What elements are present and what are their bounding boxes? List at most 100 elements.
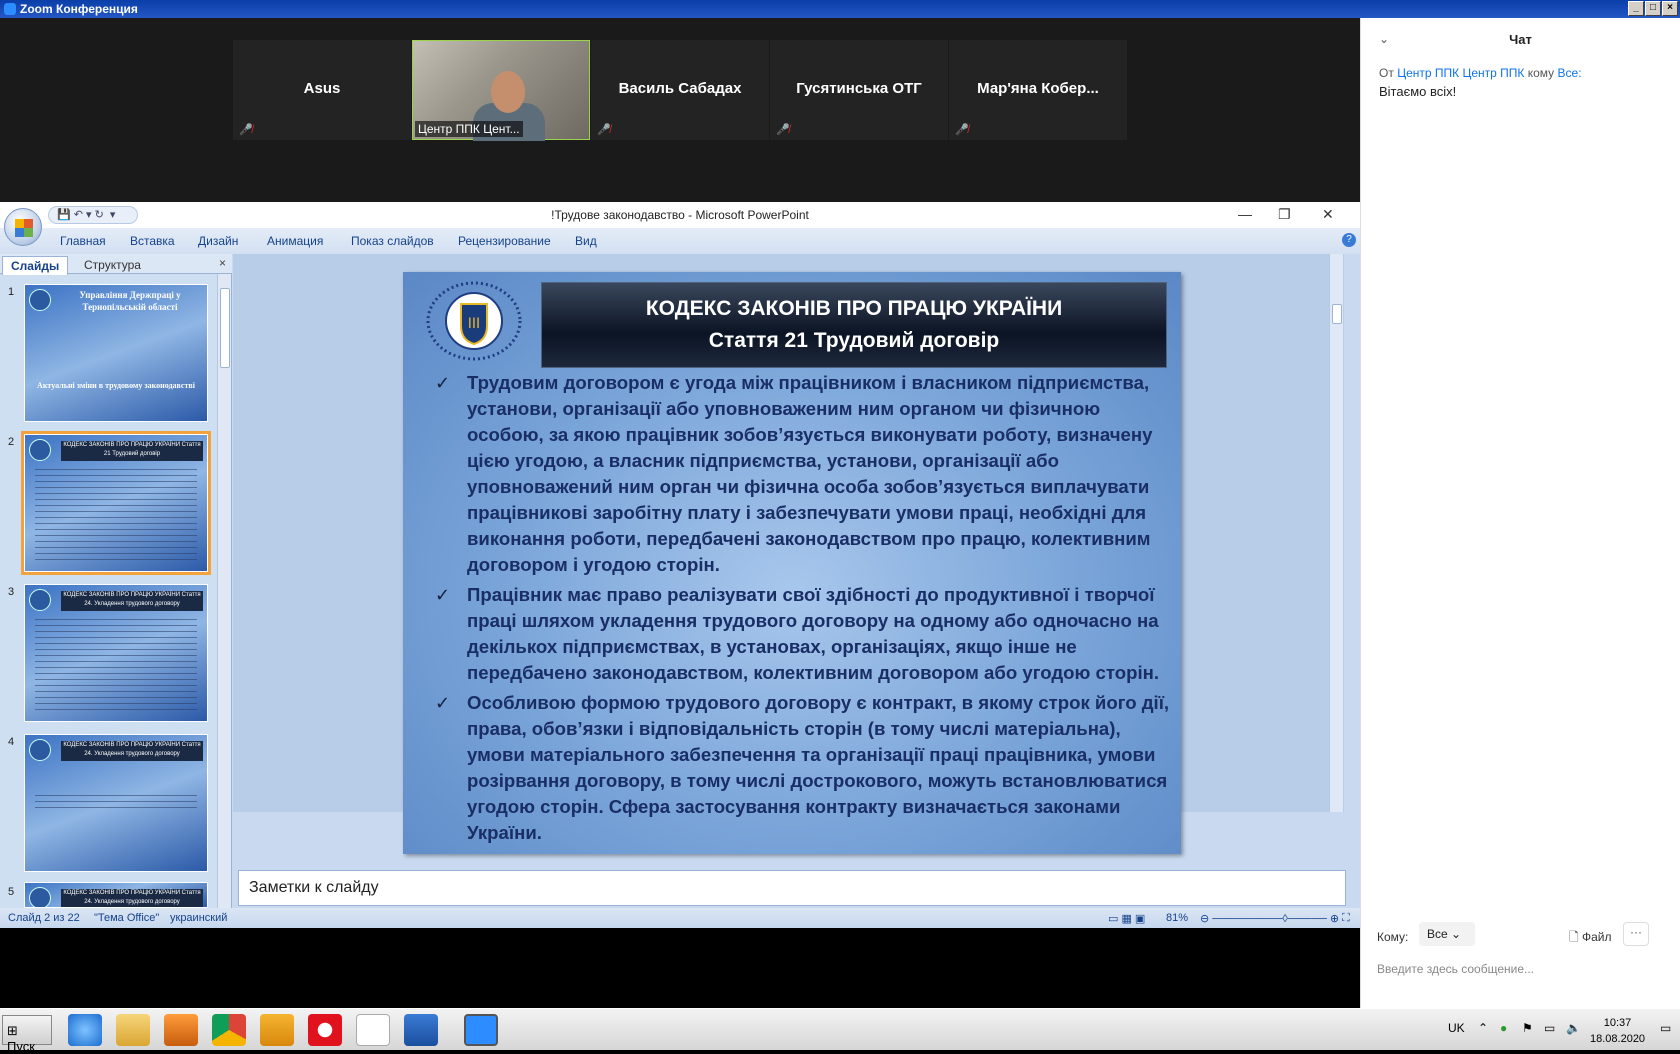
close-button[interactable]: × — [1662, 1, 1678, 16]
zoom-level[interactable]: 81% — [1166, 912, 1188, 924]
muted-mic-icon: 🎤̸ — [239, 124, 253, 136]
tab-review[interactable]: Рецензирование — [458, 234, 551, 248]
word-icon[interactable] — [404, 1014, 438, 1046]
participant-video-tile[interactable]: Центр ППК Цент... — [412, 40, 590, 141]
recipient-value: Все — [1427, 927, 1448, 941]
checkmark-icon: ✓ — [435, 693, 451, 713]
opera-icon[interactable] — [308, 1014, 342, 1046]
flag-icon[interactable]: ⚑ — [1522, 1021, 1533, 1035]
tab-view[interactable]: Вид — [575, 234, 597, 248]
scrollbar-thumb[interactable] — [1332, 304, 1342, 324]
chat-message-meta: От Центр ППК Центр ППК кому Все: — [1379, 66, 1582, 80]
office-button[interactable] — [4, 208, 42, 246]
slide-thumbnail[interactable]: КОДЕКС ЗАКОНІВ ПРО ПРАЦЮ УКРАЇНИ Стаття … — [24, 882, 208, 908]
tab-animation[interactable]: Анимация — [267, 234, 323, 248]
slide-scrollbar[interactable] — [1329, 254, 1343, 812]
emblem-icon — [29, 289, 51, 311]
from-prefix: От — [1379, 66, 1394, 80]
participant-tile[interactable]: Мар'яна Кобер... 🎤̸ — [949, 40, 1127, 140]
participant-tile[interactable]: Василь Сабадах 🎤̸ — [591, 40, 769, 140]
maximize-button[interactable]: □ — [1645, 1, 1661, 16]
tab-slideshow[interactable]: Показ слайдов — [351, 234, 434, 248]
chrome-icon[interactable] — [212, 1014, 246, 1046]
more-options-button[interactable]: ··· — [1623, 922, 1649, 946]
participant-tile[interactable]: Гусятинська ОТГ 🎤̸ — [770, 40, 948, 140]
current-slide[interactable]: ІІІ КОДЕКС ЗАКОНІВ ПРО ПРАЦЮ УКРАЇНИ Ста… — [403, 272, 1181, 854]
slide-bullet: ✓ Особливою формою трудового договору є … — [421, 690, 1173, 846]
slide-thumbnail[interactable]: КОДЕКС ЗАКОНІВ ПРО ПРАЦЮ УКРАЇНИ Стаття … — [24, 584, 208, 722]
internet-explorer-icon[interactable] — [68, 1014, 102, 1046]
tray-chevron-icon[interactable]: ⌃ — [1478, 1021, 1488, 1035]
close-pane-icon[interactable]: × — [219, 256, 226, 270]
slide-bullet: ✓ Трудовим договором є угода між працівн… — [421, 370, 1173, 578]
zoom-taskbar-icon[interactable] — [464, 1014, 498, 1046]
start-button[interactable]: ⊞ Пуск — [2, 1015, 52, 1054]
windows-logo-icon: ⊞ — [7, 1023, 18, 1038]
slide-thumbnail[interactable]: Управління Держпраці у Тернопільській об… — [24, 284, 208, 422]
show-desktop-icon[interactable]: ▭ — [1660, 1021, 1671, 1035]
ppt-titlebar: 💾 ↶ ▾ ↻ ▾ !Трудове законодавство - Micro… — [0, 202, 1360, 246]
volume-icon[interactable]: 🔈 — [1566, 1021, 1581, 1035]
slide-subheading: Стаття 21 Трудовий договір — [708, 329, 1000, 352]
ppt-close-button[interactable]: ✕ — [1322, 206, 1334, 223]
emblem-icon: ІІІ — [426, 281, 522, 361]
slide-thumbnail[interactable]: КОДЕКС ЗАКОНІВ ПРО ПРАЦЮ УКРАЇНИ Стаття … — [24, 734, 208, 872]
thumbnails-scrollbar[interactable] — [217, 274, 231, 908]
ribbon-tabs: Главная Вставка Дизайн Анимация Показ сл… — [0, 228, 1360, 254]
thumbnail-title: КОДЕКС ЗАКОНІВ ПРО ПРАЦЮ УКРАЇНИ Стаття … — [61, 741, 203, 761]
taskbar: ⊞ Пуск UK ⌃ ● ⚑ ▭ 🔈 10:37 18.08.2020 ▭ — [0, 1008, 1680, 1054]
tab-insert[interactable]: Вставка — [130, 234, 175, 248]
powerpoint-window: 💾 ↶ ▾ ↻ ▾ !Трудове законодавство - Micro… — [0, 202, 1360, 928]
to-prefix: кому — [1527, 66, 1555, 80]
bullet-text: Трудовим договором є угода між працівник… — [467, 372, 1153, 575]
notes-pane[interactable]: Заметки к слайду — [238, 870, 1346, 906]
system-tray[interactable]: ⌃ ● ⚑ ▭ 🔈 — [1470, 1011, 1680, 1049]
file-explorer-icon[interactable] — [116, 1014, 150, 1046]
office-logo-icon — [15, 219, 33, 237]
message-recipient[interactable]: Все: — [1558, 66, 1582, 80]
time: 10:37 — [1603, 1017, 1632, 1029]
scrollbar-thumb[interactable] — [220, 288, 230, 368]
thumbnail-subtitle: Актуальні зміни в трудовому законодавств… — [37, 381, 195, 390]
ppt-minimize-button[interactable]: — — [1238, 206, 1252, 222]
document-icon[interactable] — [356, 1014, 390, 1046]
tab-slides[interactable]: Слайды — [2, 256, 69, 275]
language-indicator[interactable]: украинский — [170, 912, 227, 924]
language-indicator[interactable]: UK — [1448, 1021, 1465, 1035]
minimize-button[interactable]: _ — [1628, 1, 1644, 16]
ppt-restore-button[interactable]: ❐ — [1278, 206, 1291, 223]
thumbnail-text-lines — [35, 795, 197, 811]
display-icon[interactable]: ▭ — [1544, 1021, 1555, 1035]
chat-input[interactable]: Введите здесь сообщение... — [1377, 962, 1667, 986]
participant-tile[interactable]: Asus 🎤̸ — [233, 40, 411, 140]
media-player-icon[interactable] — [164, 1014, 198, 1046]
message-sender[interactable]: Центр ППК Центр ППК — [1397, 66, 1524, 80]
network-icon[interactable]: ● — [1500, 1021, 1507, 1035]
file-button[interactable]: 🗋 Файл — [1569, 928, 1612, 949]
app-icon[interactable] — [260, 1014, 294, 1046]
recipient-select[interactable]: Все ⌄ — [1419, 922, 1475, 946]
participant-name: Гусятинська ОТГ — [796, 80, 922, 97]
tab-home[interactable]: Главная — [60, 234, 106, 248]
emblem-icon — [29, 739, 51, 761]
tab-outline[interactable]: Структура — [76, 257, 149, 273]
zoom-slider[interactable]: ⊖ ─────────◊───── ⊕ — [1200, 912, 1339, 925]
checkmark-icon: ✓ — [435, 373, 451, 393]
chat-panel: ⌄ Чат От Центр ППК Центр ППК кому Все: В… — [1360, 18, 1680, 1008]
thumbnail-number: 4 — [8, 736, 15, 748]
thumbnail-number: 1 — [8, 286, 15, 298]
fit-to-window-icon[interactable]: ⛶ — [1342, 912, 1350, 925]
slide-thumbnail-selected[interactable]: КОДЕКС ЗАКОНІВ ПРО ПРАЦЮ УКРАЇНИ Стаття … — [21, 431, 211, 575]
participant-face — [491, 71, 525, 113]
clock[interactable]: 10:37 18.08.2020 — [1590, 1015, 1645, 1047]
help-icon[interactable]: ? — [1342, 233, 1356, 247]
slides-pane: Слайды Структура × 1 Управління Держпрац… — [0, 254, 232, 908]
tab-design[interactable]: Дизайн — [198, 234, 238, 248]
slide-heading: КОДЕКС ЗАКОНІВ ПРО ПРАЦЮ УКРАЇНИ — [645, 297, 1063, 320]
slide-editing-area: ІІІ КОДЕКС ЗАКОНІВ ПРО ПРАЦЮ УКРАЇНИ Ста… — [233, 254, 1344, 854]
view-buttons[interactable]: ▭ ▦ ▣ — [1108, 912, 1145, 925]
thumbnail-text-lines — [35, 469, 197, 565]
zoom-titlebar: Zoom Конференция _ □ × — [0, 0, 1680, 18]
slide-counter: Слайд 2 из 22 — [8, 912, 80, 924]
date: 18.08.2020 — [1590, 1033, 1646, 1045]
